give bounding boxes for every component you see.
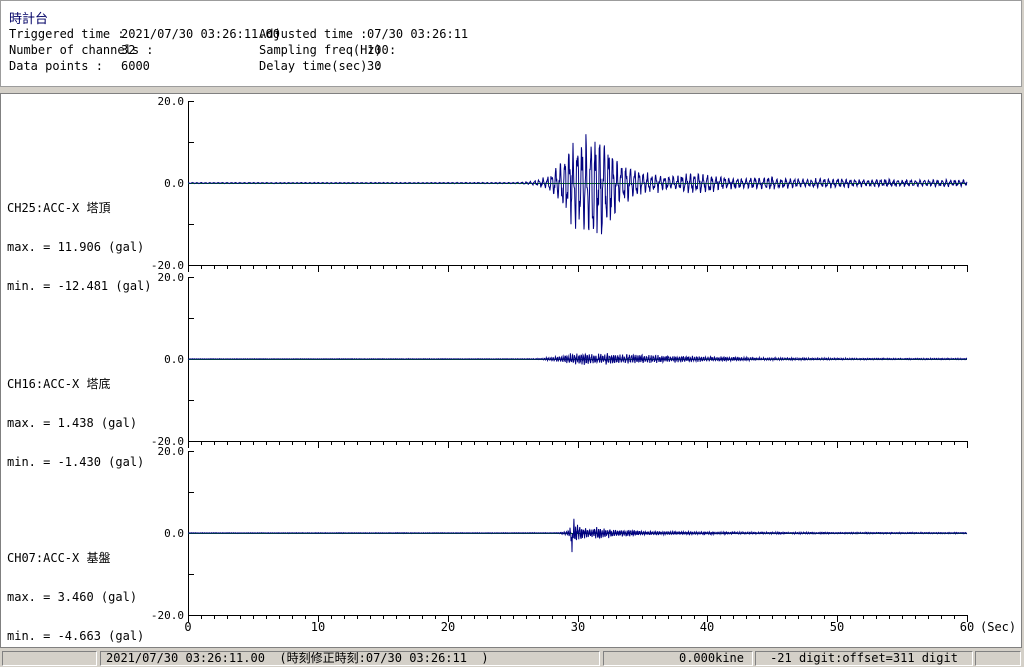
status-bar: 2021/07/30 03:26:11.00 (時刻修正時刻:07/30 03:… [0, 650, 1024, 667]
adjusted-time-label: Adjusted time : [259, 27, 368, 41]
adjusted-time-value: 07/30 03:26:11 [367, 27, 469, 41]
channel-name: CH16:ACC-X 塔底 [7, 377, 111, 391]
status-digit-offset-value: -21 digit:offset=311 digit [755, 651, 973, 666]
channel-info-ch16: CH16:ACC-X 塔底 max. = 1.438 (gal) min. = … [7, 352, 182, 482]
status-time-text: 2021/07/30 03:26:11.00 (時刻修正時刻:07/30 03:… [100, 651, 600, 666]
x-axis-tick-10: 10 [310, 620, 326, 634]
triggered-time-label: Triggered time : [9, 27, 125, 41]
channel-max-value: max. = 1.438 (gal) [7, 416, 138, 430]
channel-min-value: min. = -4.663 (gal) [7, 629, 145, 643]
x-axis-tick-40: 40 [699, 620, 715, 634]
x-axis-tick-30: 30 [570, 620, 586, 634]
delay-time-value: 30 [367, 59, 382, 73]
channel-max-value: max. = 11.906 (gal) [7, 240, 145, 254]
sampling-freq-value: 100 [367, 43, 389, 57]
y-axis-label-top-chart2: 20.0 [157, 271, 185, 284]
channel-info-ch25: CH25:ACC-X 塔頂 max. = 11.906 (gal) min. =… [7, 176, 182, 306]
y-axis-label-zero-chart2: 0.0 [164, 353, 184, 366]
channel-info-ch07: CH07:ACC-X 基盤 max. = 3.460 (gal) min. = … [7, 526, 182, 656]
x-axis-tick-50: 50 [829, 620, 845, 634]
x-axis-tick-20: 20 [440, 620, 456, 634]
header-panel: 時計台 Triggered time : 2021/07/30 03:26:11… [0, 0, 1022, 87]
triggered-time-value: 2021/07/30 03:26:11.00 [121, 27, 280, 41]
status-section-empty-right [975, 651, 1021, 666]
channel-name: CH07:ACC-X 基盤 [7, 551, 111, 565]
y-axis-label-zero-chart1: 0.0 [164, 177, 184, 190]
num-channels-value: 32 [121, 43, 136, 57]
x-axis-unit-label: (Sec) [980, 620, 1017, 634]
y-axis-label-top-chart3: 20.0 [157, 445, 185, 458]
app-title: 時計台 [9, 12, 49, 27]
delay-time-label: Delay time(sec) : [259, 59, 382, 73]
data-points-value: 6000 [121, 59, 150, 73]
channel-max-value: max. = 3.460 (gal) [7, 590, 138, 604]
data-points-label: Data points : [9, 59, 103, 73]
status-section-empty-left [2, 651, 97, 666]
x-axis-tick-0: 0 [184, 620, 192, 634]
status-kine-value: 0.000kine [603, 651, 753, 666]
y-axis-label-zero-chart3: 0.0 [164, 527, 184, 540]
y-axis-label-top-chart1: 20.0 [157, 95, 185, 108]
channel-name: CH25:ACC-X 塔頂 [7, 201, 111, 215]
